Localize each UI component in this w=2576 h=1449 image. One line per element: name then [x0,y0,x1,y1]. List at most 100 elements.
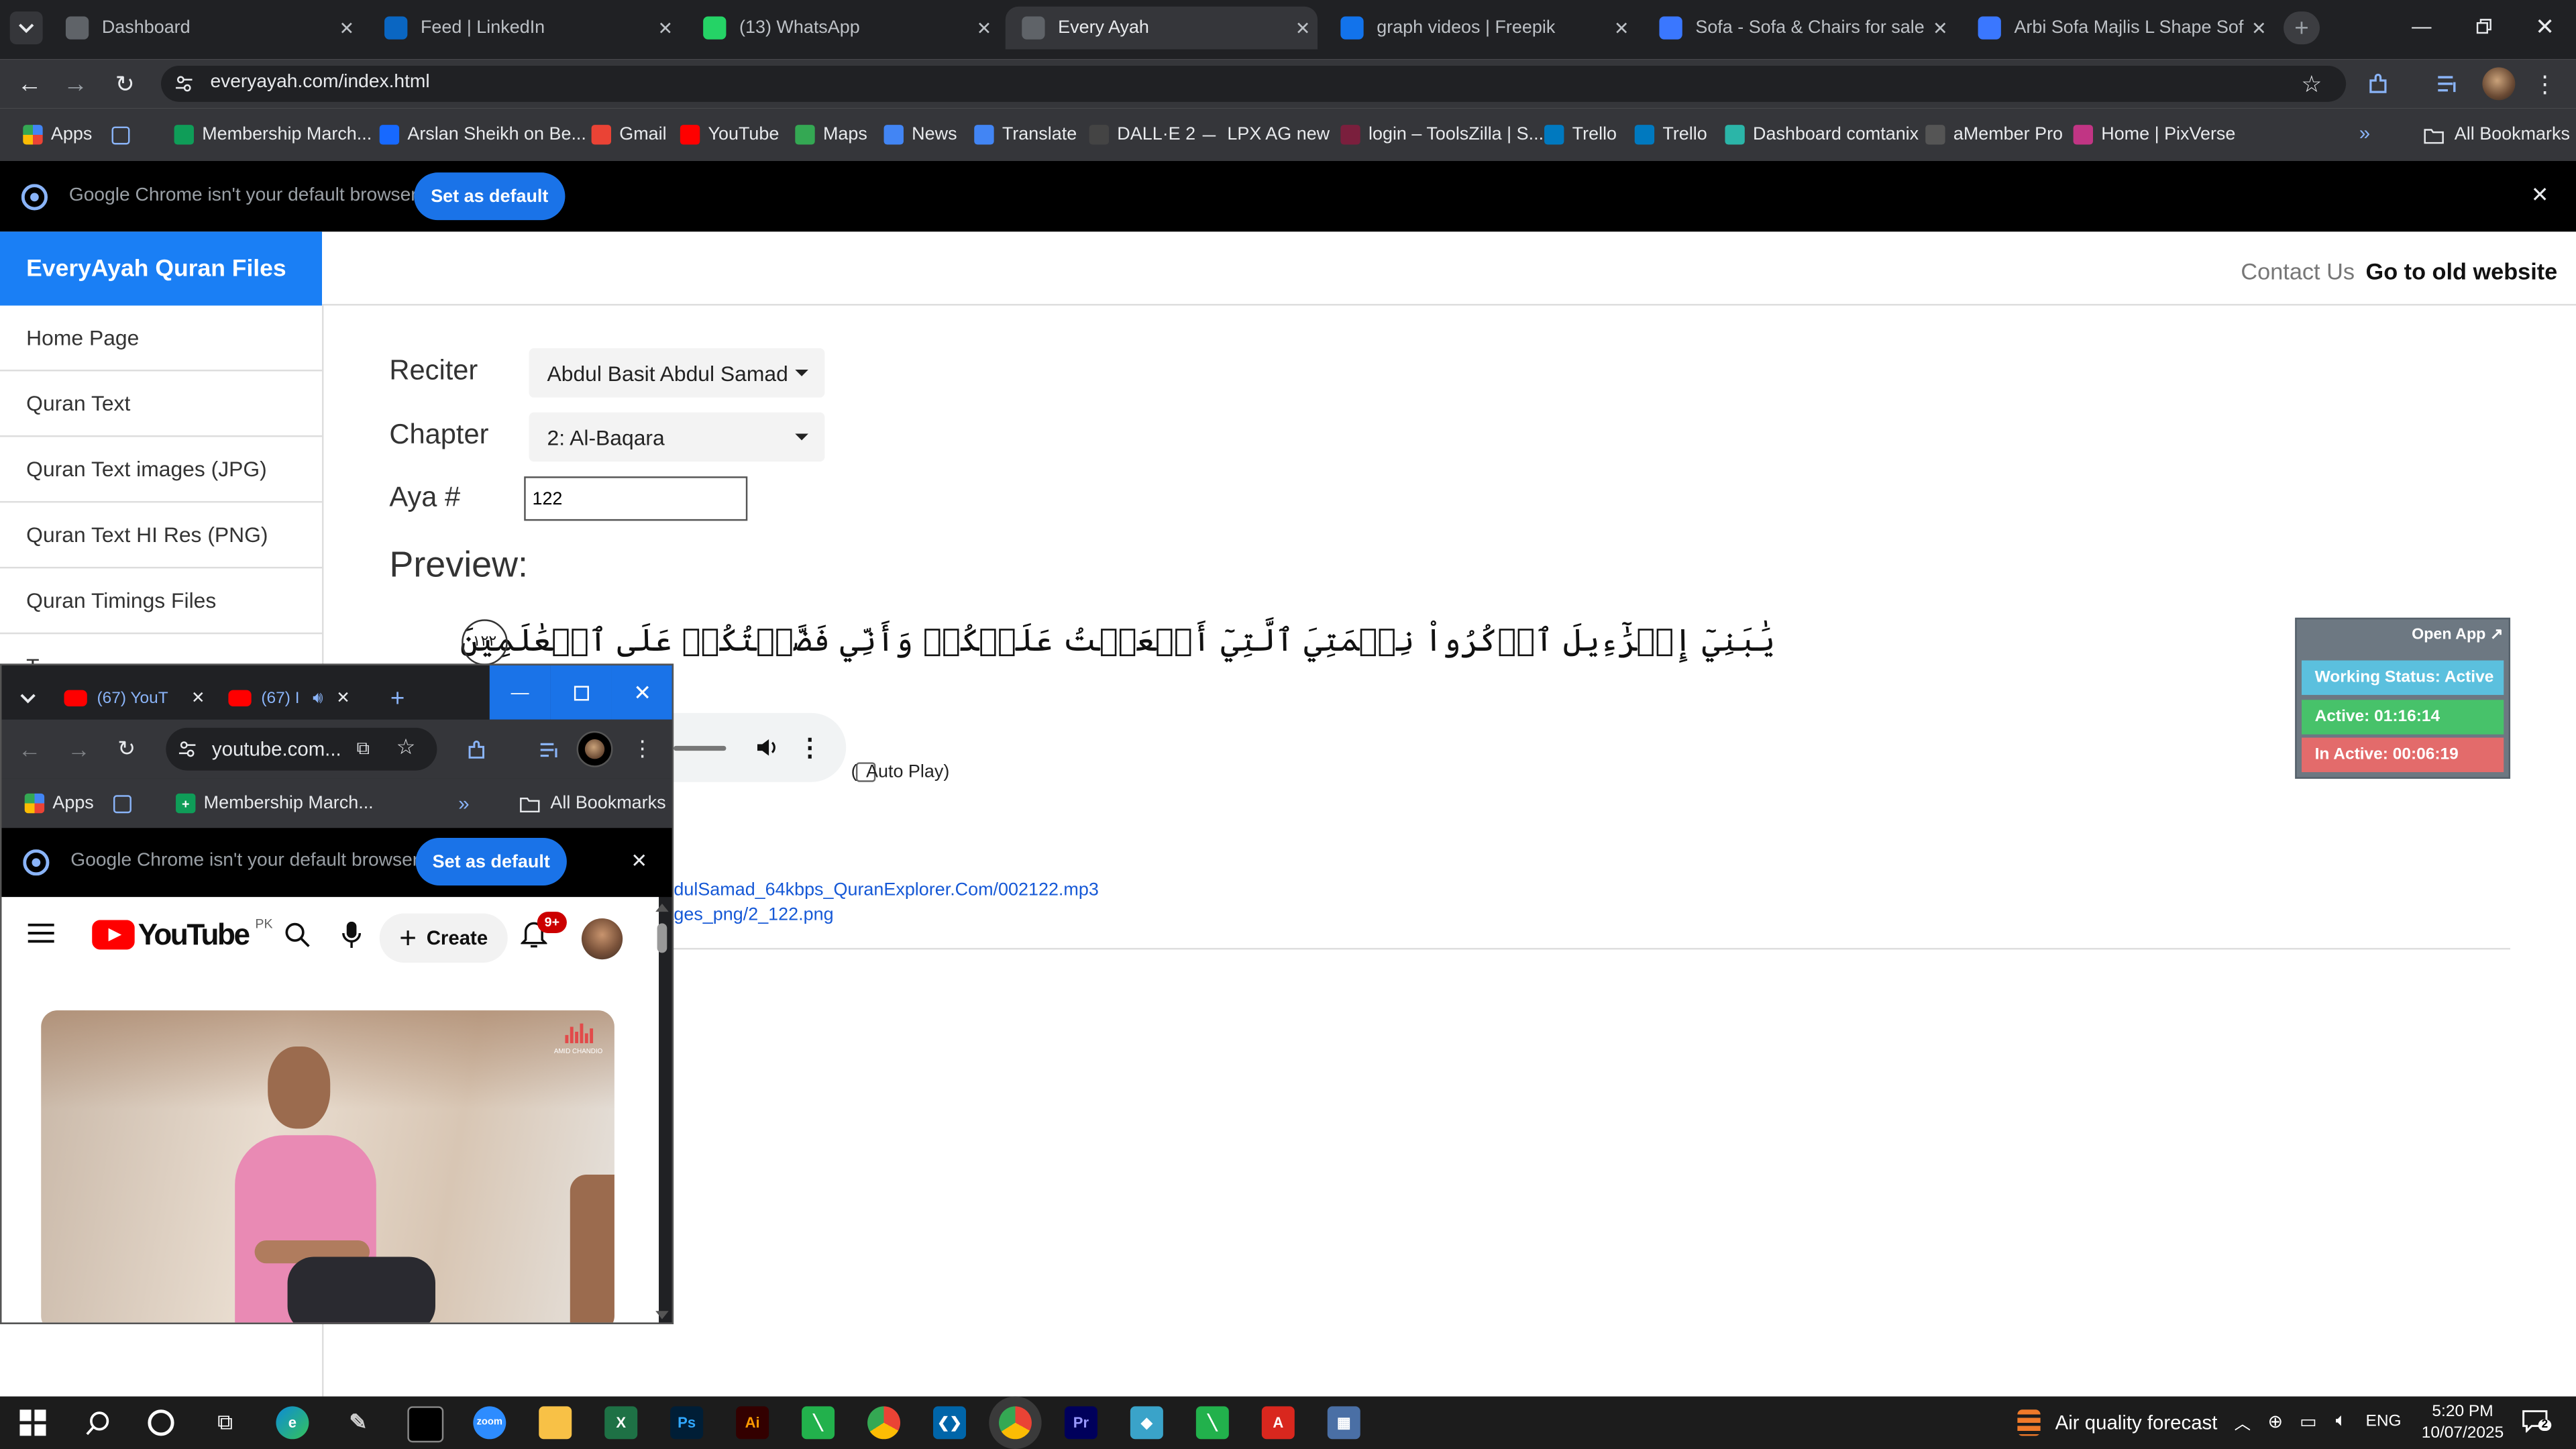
premiere-icon[interactable]: Pr [1064,1406,1097,1440]
hamburger-menu-icon[interactable] [25,917,58,950]
minimize-window-button[interactable]: — [2392,0,2451,52]
aya-number-input[interactable] [524,476,748,521]
contact-us-link[interactable]: Contact Us [2241,258,2355,284]
popup-minimize-button[interactable]: — [489,665,551,720]
bookmarks-overflow-icon[interactable]: » [458,792,469,814]
app-blue-icon[interactable]: ◆ [1130,1406,1163,1440]
bookmark-item[interactable]: Membership March... [174,121,372,148]
back-button[interactable]: ← [15,735,44,764]
tab-search-button[interactable] [9,11,43,45]
new-tab-button[interactable]: + [2284,11,2320,45]
tray-app-icon[interactable]: ⊕ [2264,1409,2287,1432]
bookmark-membership[interactable]: + Membership March... [176,790,374,816]
profile-avatar[interactable] [576,731,613,767]
close-icon[interactable]: ✕ [1607,17,1636,38]
bookmarks-overflow-icon[interactable]: » [2359,121,2370,144]
close-icon[interactable]: ✕ [332,17,362,38]
media-control-icon[interactable] [534,735,564,764]
popup-address-bar[interactable]: youtube.com... ⧉ ☆ [166,727,437,771]
bookmark-star-icon[interactable]: ☆ [2297,69,2326,99]
terminal-icon[interactable] [407,1406,444,1443]
scrollbar-thumb[interactable] [657,923,667,953]
forward-button[interactable]: → [64,735,94,764]
forward-button[interactable]: → [59,67,92,100]
bookmark-star-icon[interactable]: ☆ [392,735,419,761]
back-button[interactable]: ← [13,67,46,100]
microphone-icon[interactable] [335,918,368,951]
popup-close-button[interactable]: ✕ [611,665,672,720]
reload-button[interactable]: ↻ [112,735,142,764]
popup-tab-1[interactable]: (67) YouT ✕ [64,678,205,718]
tray-chevron-icon[interactable]: ︿ [2231,1409,2254,1434]
search-icon[interactable] [281,918,314,951]
scroll-up-arrow[interactable] [655,903,669,912]
mp3-link[interactable]: odulSamad_64kbps_QuranExplorer.Com/00212… [663,881,1098,900]
file-explorer-icon[interactable] [539,1406,572,1440]
illustrator-icon[interactable]: Ai [736,1406,769,1440]
close-icon[interactable]: ✕ [2244,17,2273,38]
install-app-icon[interactable]: ⧉ [350,736,376,762]
sidebar-item-text-hires-png[interactable]: Quran Text HI Res (PNG) [0,502,323,569]
acrobat-icon[interactable]: A [1261,1406,1295,1440]
infobar-close-icon[interactable]: ✕ [2527,182,2553,209]
scroll-down-arrow[interactable] [655,1311,669,1320]
browser-tab[interactable]: (13) WhatsApp ✕ [687,7,999,50]
browser-tab[interactable]: graph videos | Freepik ✕ [1324,7,1636,50]
clock[interactable]: 5:20 PM 10/07/2025 [2415,1401,2510,1444]
site-brand[interactable]: EveryAyah Quran Files [0,231,323,306]
create-button[interactable]: + Create [379,913,508,963]
task-view-icon[interactable]: ⧉ [210,1408,239,1438]
pen-tool-icon[interactable]: ✎ [341,1406,374,1439]
bookmark-apps[interactable]: Apps [24,790,94,816]
popup-maximize-button[interactable] [550,665,612,720]
bookmark-item[interactable]: — LPX AG new [1199,121,1330,148]
browser-tab[interactable]: Feed | LinkedIn ✕ [368,7,680,50]
search-icon[interactable] [82,1408,111,1438]
close-window-button[interactable]: ✕ [2514,0,2576,52]
chrome-menu-icon[interactable]: ⋮ [632,735,653,764]
start-button[interactable] [19,1409,46,1436]
address-bar[interactable]: everyayah.com/index.html ☆ [161,65,2347,102]
notification-center[interactable]: 2 [2522,1409,2552,1436]
language-indicator[interactable]: ENG [2366,1413,2402,1431]
sidebar-item-text-images-jpg[interactable]: Quran Text images (JPG) [0,437,323,503]
scrollbar[interactable] [655,903,669,1321]
bookmark-item[interactable]: Apps [23,121,92,148]
close-icon[interactable]: ✕ [1925,17,1955,38]
bookmark-item[interactable]: Translate [974,121,1077,148]
browser-tab[interactable]: Sofa - Sofa & Chairs for sale in ✕ [1643,7,1955,50]
vscode-icon[interactable]: ❮❯ [933,1406,967,1440]
audio-player[interactable]: ⋮ [657,712,847,782]
bookmark-item[interactable]: Gmail [591,121,667,148]
edge-icon[interactable]: e [276,1406,309,1440]
weather-widget[interactable]: Air quality forecast [2017,1408,2217,1438]
set-default-button[interactable]: Set as default [414,172,566,221]
bookmark-item[interactable]: aMember Pro [1925,121,2063,148]
bookmark-item[interactable]: DALL·E 2 [1089,121,1195,148]
bookmark-apps-2[interactable] [113,790,140,816]
sidebar-item-timings[interactable]: Quran Timings Files [0,568,323,635]
profile-avatar[interactable] [2482,67,2516,101]
bookmark-item[interactable] [111,121,138,148]
chrome-active-icon[interactable] [998,1406,1032,1440]
bookmark-item[interactable]: Arslan Sheikh on Be... [379,121,586,148]
close-icon[interactable]: ✕ [651,17,680,38]
site-info-icon[interactable] [172,72,195,95]
cortana-icon[interactable] [148,1409,174,1436]
set-default-button[interactable]: Set as default [415,837,567,886]
photoshop-icon[interactable]: Ps [670,1406,704,1440]
zoom-icon[interactable]: zoom [473,1406,506,1440]
video-player[interactable]: AMID CHANDIO [41,1010,614,1323]
sidebar-item-home[interactable]: Home Page [0,306,323,372]
chapter-select[interactable]: 2: Al-Baqara [529,412,825,462]
youtube-logo[interactable]: YouTube PK [92,916,273,951]
media-control-icon[interactable] [2431,67,2464,100]
calculator-icon[interactable]: ▦ [1327,1406,1360,1440]
extensions-icon[interactable] [2363,67,2396,100]
bookmark-item[interactable]: Trello [1544,121,1617,148]
close-icon[interactable]: ✕ [969,17,999,38]
close-icon[interactable]: ✕ [336,689,350,707]
bookmark-item[interactable]: Trello [1634,121,1707,148]
player-more-icon[interactable]: ⋮ [798,733,822,763]
bookmark-item[interactable]: Home | PixVerse [2073,121,2235,148]
